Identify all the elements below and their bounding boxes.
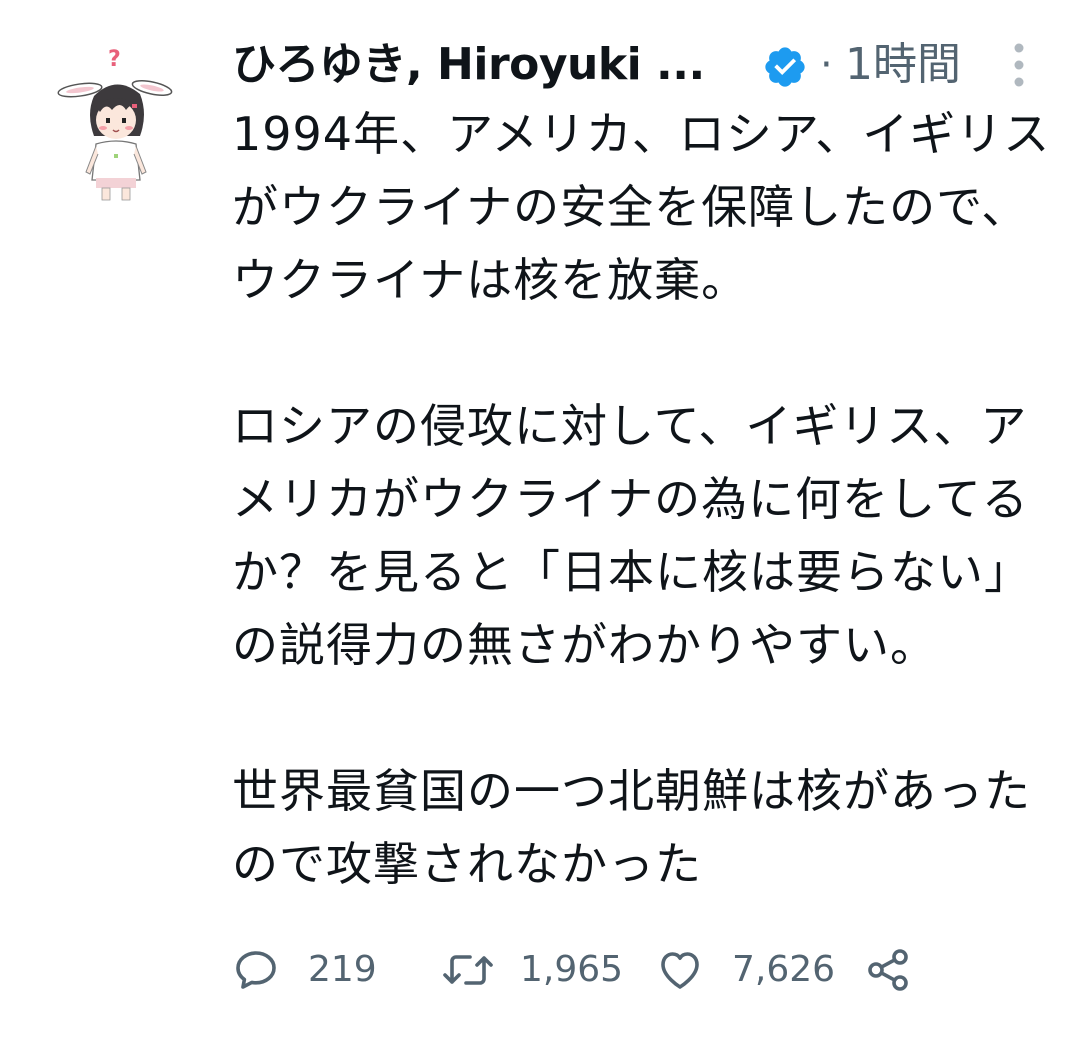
retweet-icon	[443, 955, 493, 985]
tweet-actions: 219 1,965 7,626	[232, 938, 1052, 1002]
reply-icon	[236, 951, 276, 989]
reply-count: 219	[308, 949, 377, 990]
tweet-text: 1994年、アメリカ、ロシア、イギリスがウクライナの安全を保障したので、ウクライ…	[232, 107, 1051, 891]
author-avatar[interactable]: ?	[56, 40, 174, 204]
tweet-time[interactable]: 1時間	[845, 36, 961, 94]
avatar-image: ?	[57, 47, 173, 201]
like-count: 7,626	[732, 949, 836, 990]
vertical-dots-icon[interactable]	[1004, 40, 1034, 90]
meta-separator: ·	[820, 42, 833, 88]
share-icon	[868, 949, 908, 991]
tweet-header: ひろゆき, Hiroyuki ... · 1時間	[232, 30, 1052, 100]
tweet[interactable]: ? ひろゆき, Hiroyuki ... · 1時間 1994年、アメリカ、ロシ…	[0, 0, 1080, 1044]
retweet-count: 1,965	[520, 949, 624, 990]
heart-icon	[661, 952, 699, 989]
verified-badge-icon[interactable]	[762, 44, 808, 90]
svg-text:?: ?	[108, 47, 121, 72]
author-name[interactable]: ひろゆき, Hiroyuki ...	[232, 36, 705, 94]
